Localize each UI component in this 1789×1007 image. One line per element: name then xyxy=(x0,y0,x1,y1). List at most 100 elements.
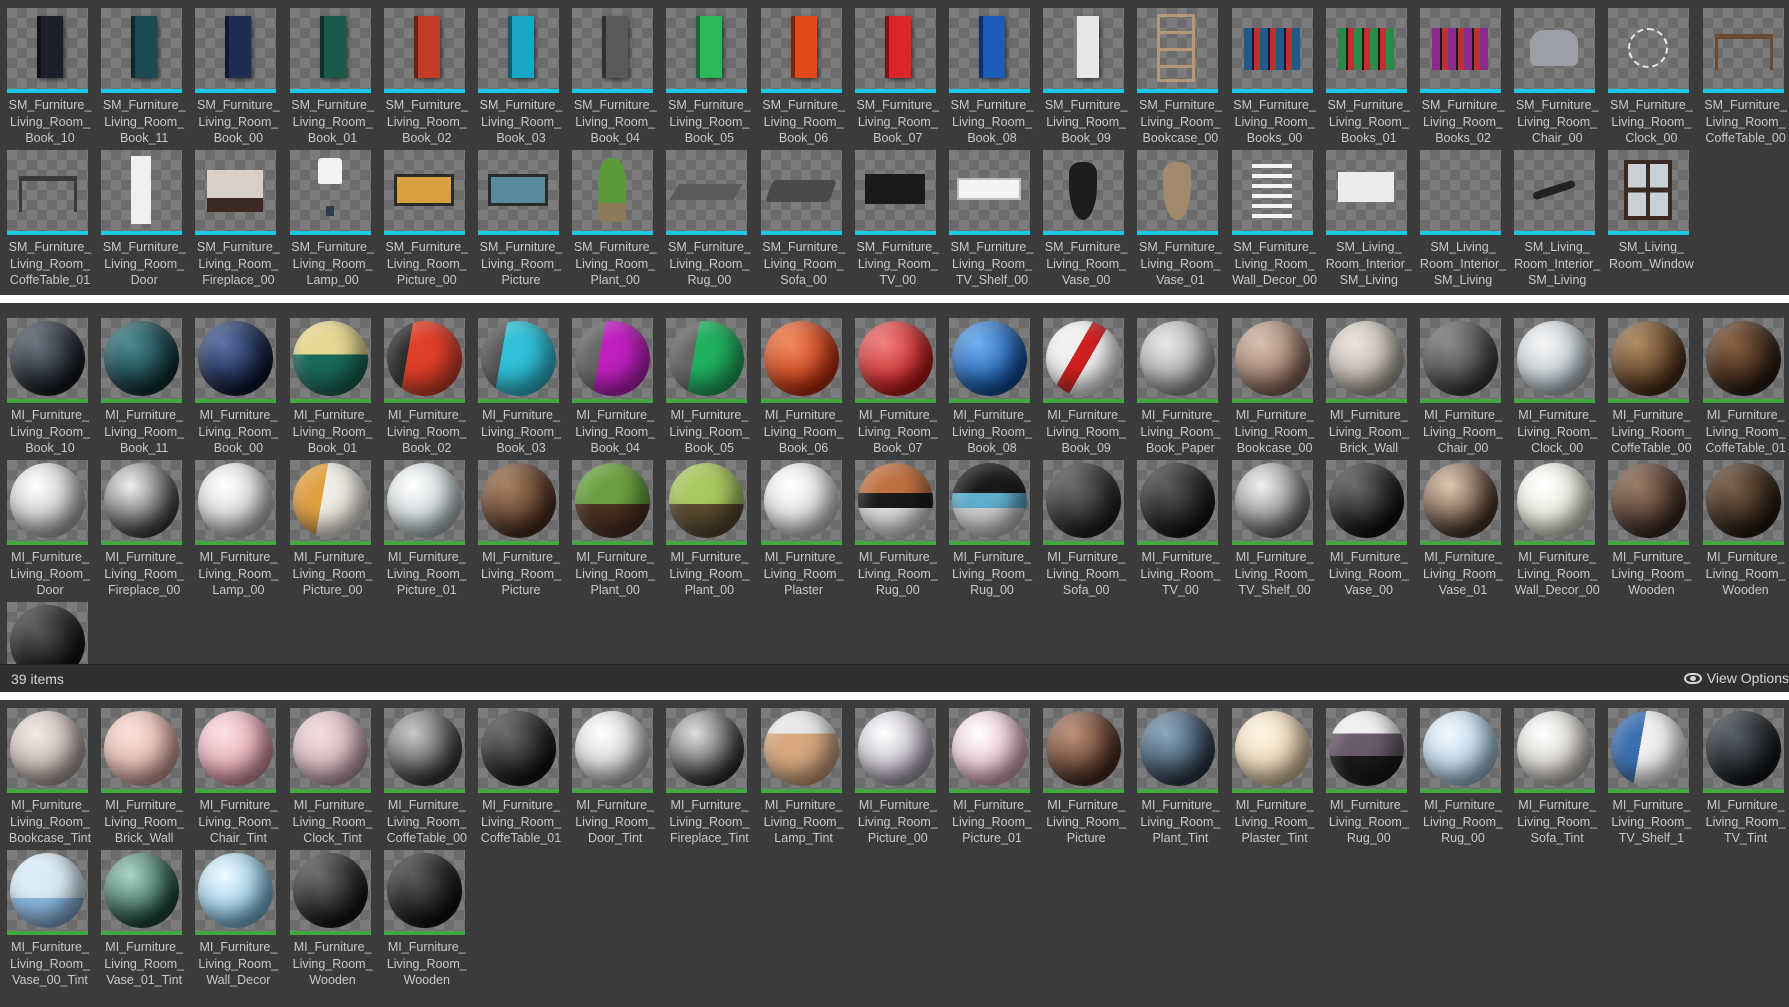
mesh-asset-tile[interactable]: SM_Furniture_ Living_Room_ Plant_00 xyxy=(568,146,662,288)
material-asset-tile[interactable]: MI_Furniture_ Living_Room_ CoffeTable_01 xyxy=(474,704,568,846)
material-asset-tile[interactable]: MI_Furniture_ Living_Room_ Wall_Decor_00 xyxy=(1510,456,1604,598)
material-asset-tile[interactable]: MI_Furniture_ Living_Room_ Fireplace_Tin… xyxy=(662,704,756,846)
mesh-asset-tile[interactable]: SM_Furniture_ Living_Room_ Chair_00 xyxy=(1510,4,1604,146)
material-asset-tile[interactable]: MI_Furniture_ Living_Room_ Fireplace_00 xyxy=(97,456,191,598)
material-asset-tile[interactable]: MI_Furniture_ Living_Room_ Book_08 xyxy=(945,314,1039,456)
material-asset-tile[interactable]: MI_Furniture_ Living_Room_ Door_Tint xyxy=(568,704,662,846)
material-asset-tile[interactable]: MI_Furniture_ Living_Room_ Picture xyxy=(1039,704,1133,846)
material-asset-tile[interactable]: MI_Furniture_ Living_Room_ Vase_00_Tint xyxy=(3,846,97,988)
mesh-asset-tile[interactable]: SM_Living_ Room_Window xyxy=(1604,146,1698,288)
mesh-asset-tile[interactable]: SM_Furniture_ Living_Room_ Rug_00 xyxy=(662,146,756,288)
material-asset-tile[interactable]: MI_Furniture_ Living_Room_ Lamp_00 xyxy=(191,456,285,598)
material-asset-tile[interactable]: MI_Furniture_ Living_Room_ TV_Shelf_00 xyxy=(1228,456,1322,598)
mesh-asset-tile[interactable]: SM_Furniture_ Living_Room_ Wall_Decor_00 xyxy=(1228,146,1322,288)
material-asset-tile[interactable]: MI_Furniture_ Living_Room_ Plant_00 xyxy=(568,456,662,598)
material-asset-tile[interactable]: MI_Furniture_ Living_Room_ TV_Shelf_1 xyxy=(1604,704,1698,846)
material-asset-tile[interactable]: MI_Furniture_ Living_Room_ Picture_01 xyxy=(380,456,474,598)
mesh-asset-tile[interactable]: SM_Furniture_ Living_Room_ Book_05 xyxy=(662,4,756,146)
material-asset-tile[interactable]: MI_Furniture_ Living_Room_ Plaster_Tint xyxy=(1228,704,1322,846)
mesh-asset-tile[interactable]: SM_Furniture_ Living_Room_ Book_02 xyxy=(380,4,474,146)
material-asset-tile[interactable]: MI_Furniture_ Living_Room_ Vase_01 xyxy=(1416,456,1510,598)
mesh-asset-tile[interactable]: SM_Furniture_ Living_Room_ Fireplace_00 xyxy=(191,146,285,288)
material-asset-tile[interactable]: MI_Furniture_ Living_Room_ Book_07 xyxy=(851,314,945,456)
material-asset-tile[interactable]: MI_Furniture_ Living_Room_ Picture xyxy=(474,456,568,598)
material-asset-tile[interactable]: MI_Furniture_ Living_Room_ Door xyxy=(3,456,97,598)
mesh-asset-tile[interactable]: SM_Furniture_ Living_Room_ Books_02 xyxy=(1416,4,1510,146)
mesh-asset-tile[interactable]: SM_Living_ Room_Interior_ SM_Living xyxy=(1510,146,1604,288)
material-asset-tile[interactable]: MI_Furniture_ Living_Room_ Wooden xyxy=(286,846,380,988)
material-asset-tile[interactable]: MI_Furniture_ Living_Room_ Plant_Tint xyxy=(1133,704,1227,846)
material-asset-tile[interactable]: MI_Furniture_ Living_Room_ Book_10 xyxy=(3,314,97,456)
material-asset-tile[interactable]: MI_Furniture_ Living_Room_ Vase_01_Tint xyxy=(97,846,191,988)
material-asset-tile[interactable]: MI_Furniture_ Living_Room_ Book_05 xyxy=(662,314,756,456)
material-asset-tile[interactable]: MI_Furniture_ Living_Room_ Book_00 xyxy=(191,314,285,456)
mesh-asset-tile[interactable]: SM_Furniture_ Living_Room_ Door xyxy=(97,146,191,288)
view-options-button[interactable]: View Options xyxy=(1683,670,1789,686)
material-asset-tile[interactable]: MI_Furniture_ Living_Room_ Chair_Tint xyxy=(191,704,285,846)
mesh-asset-tile[interactable]: SM_Furniture_ Living_Room_ Bookcase_00 xyxy=(1133,4,1227,146)
material-asset-tile[interactable]: MI_Furniture_ Living_Room_ Book_01 xyxy=(286,314,380,456)
material-asset-tile[interactable]: MI_Furniture_ Living_Room_ Book_11 xyxy=(97,314,191,456)
mesh-asset-tile[interactable]: SM_Furniture_ Living_Room_ Book_00 xyxy=(191,4,285,146)
material-asset-tile[interactable]: MI_Furniture_ Living_Room_ Picture_00 xyxy=(851,704,945,846)
material-asset-tile[interactable]: MI_Furniture_ Living_Room_ Plant_00 xyxy=(662,456,756,598)
material-asset-tile[interactable]: MI_Furniture_ Living_Room_ Rug_00 xyxy=(851,456,945,598)
material-asset-tile[interactable]: MI_Furniture_ Living_Room_ CoffeTable_01 xyxy=(1699,314,1789,456)
material-asset-tile[interactable]: MI_Furniture_ Living_Room_ Rug_00 xyxy=(945,456,1039,598)
material-asset-tile[interactable]: MI_Furniture_ Living_Room_ Sofa_00 xyxy=(1039,456,1133,598)
mesh-asset-tile[interactable]: SM_Furniture_ Living_Room_ Picture_00 xyxy=(380,146,474,288)
mesh-asset-tile[interactable]: SM_Furniture_ Living_Room_ Books_00 xyxy=(1228,4,1322,146)
material-asset-tile[interactable]: MI_Furniture_ Living_Room_ Picture_00 xyxy=(286,456,380,598)
material-asset-tile[interactable]: MI_Furniture_ Living_Room_ Rug_00 xyxy=(1416,704,1510,846)
mesh-asset-tile[interactable]: SM_Furniture_ Living_Room_ TV_Shelf_00 xyxy=(945,146,1039,288)
material-asset-tile[interactable]: MI_Furniture_ Living_Room_ Book_02 xyxy=(380,314,474,456)
material-asset-tile[interactable]: MI_Furniture_ Living_Room_ Lamp_Tint xyxy=(757,704,851,846)
mesh-asset-tile[interactable]: SM_Furniture_ Living_Room_ Lamp_00 xyxy=(286,146,380,288)
mesh-asset-tile[interactable]: SM_Furniture_ Living_Room_ Book_10 xyxy=(3,4,97,146)
material-asset-tile[interactable]: MI_Furniture_ Living_Room_ Bookcase_Tint xyxy=(3,704,97,846)
mesh-asset-tile[interactable]: SM_Furniture_ Living_Room_ Book_07 xyxy=(851,4,945,146)
material-asset-tile[interactable]: MI_Furniture_ Living_Room_ Vase_00 xyxy=(1322,456,1416,598)
material-asset-tile[interactable]: MI_Furniture_ Living_Room_ TV_00 xyxy=(1133,456,1227,598)
material-asset-tile[interactable]: MI_Furniture_ Living_Room_ Wall_Decor xyxy=(191,846,285,988)
mesh-asset-tile[interactable]: SM_Furniture_ Living_Room_ Book_11 xyxy=(97,4,191,146)
material-asset-tile[interactable]: MI_Furniture_ Living_Room_ Clock_00 xyxy=(1510,314,1604,456)
material-asset-tile[interactable]: MI_Furniture_ Living_Room_ Picture_01 xyxy=(945,704,1039,846)
material-asset-tile[interactable]: MI_Furniture_ Living_Room_ TV_Tint xyxy=(1699,704,1789,846)
material-asset-tile[interactable]: MI_Furniture_ Living_Room_ Book_09 xyxy=(1039,314,1133,456)
mesh-asset-tile[interactable]: SM_Living_ Room_Interior_ SM_Living xyxy=(1416,146,1510,288)
material-asset-tile[interactable]: MI_Furniture_ Living_Room_ Wooden xyxy=(380,846,474,988)
material-asset-tile[interactable]: MI_Furniture_ Living_Room_ Book_06 xyxy=(757,314,851,456)
mesh-asset-tile[interactable]: SM_Furniture_ Living_Room_ Book_04 xyxy=(568,4,662,146)
mesh-asset-tile[interactable]: SM_Furniture_ Living_Room_ Picture xyxy=(474,146,568,288)
material-asset-tile[interactable]: MI_Furniture_ Living_Room_ Brick_Wall xyxy=(1322,314,1416,456)
material-asset-tile[interactable]: MI_Furniture_ Living_Room_ CoffeTable_00 xyxy=(380,704,474,846)
material-asset-tile[interactable]: MI_Furniture_ Living_Room_ Book_03 xyxy=(474,314,568,456)
mesh-asset-tile[interactable]: SM_Furniture_ Living_Room_ Book_08 xyxy=(945,4,1039,146)
mesh-asset-tile[interactable]: SM_Furniture_ Living_Room_ Sofa_00 xyxy=(757,146,851,288)
mesh-asset-tile[interactable]: SM_Furniture_ Living_Room_ Vase_01 xyxy=(1133,146,1227,288)
material-asset-tile[interactable]: MI_Furniture_ Living_Room_ Bookcase_00 xyxy=(1228,314,1322,456)
material-asset-tile[interactable]: MI_Furniture_ Living_Room_ Book_Paper xyxy=(1133,314,1227,456)
material-asset-tile[interactable]: MI_Furniture_ Living_Room_ CoffeTable_00 xyxy=(1604,314,1698,456)
mesh-asset-tile[interactable]: SM_Furniture_ Living_Room_ Book_09 xyxy=(1039,4,1133,146)
material-asset-tile[interactable]: MI_Furniture_ Living_Room_ Wooden xyxy=(1604,456,1698,598)
mesh-asset-tile[interactable]: SM_Furniture_ Living_Room_ Book_03 xyxy=(474,4,568,146)
mesh-asset-tile[interactable]: SM_Furniture_ Living_Room_ Books_01 xyxy=(1322,4,1416,146)
material-asset-tile[interactable]: MI_Furniture_ Living_Room_ Rug_00 xyxy=(1322,704,1416,846)
mesh-asset-tile[interactable]: SM_Furniture_ Living_Room_ Book_06 xyxy=(757,4,851,146)
material-asset-tile[interactable]: MI_Furniture_ Living_Room_ Brick_Wall xyxy=(97,704,191,846)
mesh-asset-tile[interactable]: SM_Furniture_ Living_Room_ Clock_00 xyxy=(1604,4,1698,146)
material-asset-tile[interactable]: MI_Furniture_ Living_Room_ Chair_00 xyxy=(1416,314,1510,456)
material-asset-tile[interactable]: MI_Furniture_ Living_Room_ Sofa_Tint xyxy=(1510,704,1604,846)
mesh-asset-tile[interactable]: SM_Furniture_ Living_Room_ Book_01 xyxy=(286,4,380,146)
mesh-asset-tile[interactable]: SM_Furniture_ Living_Room_ TV_00 xyxy=(851,146,945,288)
material-asset-tile[interactable]: MI_Furniture_ Living_Room_ Wooden xyxy=(1699,456,1789,598)
mesh-asset-tile[interactable]: SM_Furniture_ Living_Room_ CoffeTable_00 xyxy=(1699,4,1789,146)
material-asset-tile[interactable]: MI_Furniture_ Living_Room_ Plaster xyxy=(757,456,851,598)
mesh-asset-tile[interactable]: SM_Living_ Room_Interior_ SM_Living xyxy=(1322,146,1416,288)
material-asset-tile[interactable]: MI_Furniture_ Living_Room_ Clock_Tint xyxy=(286,704,380,846)
mesh-asset-tile[interactable]: SM_Furniture_ Living_Room_ Vase_00 xyxy=(1039,146,1133,288)
material-asset-tile[interactable]: MI_Furniture_ Living_Room_ Book_04 xyxy=(568,314,662,456)
mesh-asset-tile[interactable]: SM_Furniture_ Living_Room_ CoffeTable_01 xyxy=(3,146,97,288)
